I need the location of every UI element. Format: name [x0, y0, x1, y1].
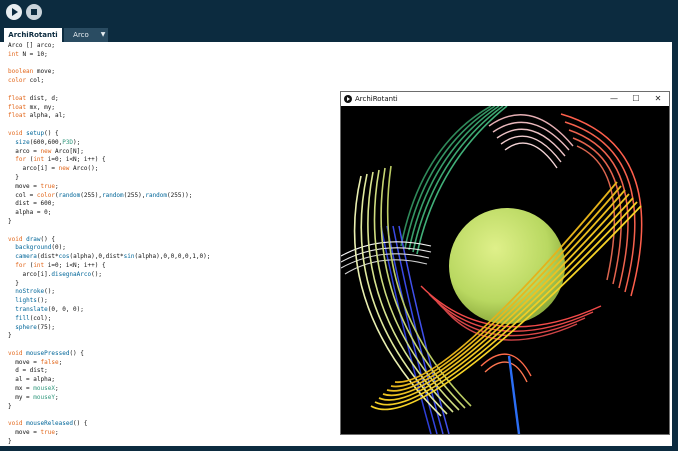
code-line: move = true;	[8, 182, 59, 190]
code-line: background(0);	[15, 244, 66, 252]
code-line: noStroke();	[15, 288, 55, 296]
code-line: arco[i] = new Arco();	[8, 165, 99, 173]
code-line: d = dist;	[8, 367, 48, 375]
code-line: my = mouseY;	[8, 393, 59, 401]
editor-gutter	[0, 42, 6, 446]
code-line: for (int i=0; i<N; i++) {	[15, 156, 106, 164]
code-line: dist = 600;	[8, 200, 55, 208]
minimize-button[interactable]: —	[603, 92, 625, 106]
code-line: void draw() {	[8, 235, 55, 243]
status-bar	[0, 446, 678, 451]
code-line: void mousePressed() {	[8, 349, 84, 357]
code-line: lights();	[15, 297, 48, 305]
run-button[interactable]	[6, 4, 22, 20]
code-line: float dist, d;	[8, 94, 59, 102]
code-line: move = true;	[8, 429, 59, 437]
maximize-button[interactable]: ☐	[625, 92, 647, 106]
code-line: camera(dist*cos(alpha),0,dist*sin(alpha)…	[15, 253, 211, 261]
code-line: boolean move;	[8, 68, 55, 76]
code-line: fill(col);	[15, 314, 52, 322]
processing-app-icon	[344, 95, 352, 103]
tab-menu-chevron-icon[interactable]: ▼	[98, 28, 108, 42]
code-line: arco[i].disegnaArco();	[8, 270, 102, 278]
code-line: alpha = 0;	[8, 209, 52, 217]
sketch-window-title: ArchiRotanti	[355, 95, 398, 103]
sphere	[449, 208, 565, 324]
code-line: }	[8, 402, 12, 410]
tab-archirotanti[interactable]: ArchiRotanti	[4, 28, 62, 42]
code-text[interactable]: Arco [] arco; int N = 10; boolean move; col…	[8, 42, 210, 446]
code-line: color col;	[8, 77, 45, 85]
code-line: col = color(random(255),random(255),rand…	[8, 191, 193, 199]
tab-arco[interactable]: Arco	[64, 28, 98, 42]
code-line: }	[8, 332, 12, 340]
toolbar	[0, 0, 678, 26]
play-icon	[12, 8, 18, 16]
code-line: sphere(75);	[15, 323, 55, 331]
tab-bar: ArchiRotanti Arco ▼	[0, 26, 678, 42]
stop-icon	[31, 9, 37, 15]
code-line: void mouseReleased() {	[8, 420, 88, 428]
code-line: move = false;	[8, 358, 63, 366]
code-line: float alpha, al;	[8, 112, 66, 120]
stop-button[interactable]	[26, 4, 42, 20]
sketch-titlebar[interactable]: ArchiRotanti — ☐ ✕	[341, 92, 669, 107]
sketch-window[interactable]: ArchiRotanti — ☐ ✕	[340, 91, 670, 435]
code-line: for (int i=0; i<N; i++) {	[15, 261, 106, 269]
code-line: void setup() {	[8, 129, 59, 137]
code-line: Arco [] arco;	[8, 42, 55, 49]
editor-scrollbar[interactable]	[672, 42, 678, 446]
code-line: float mx, my;	[8, 103, 55, 111]
code-line: al = alpha;	[8, 376, 55, 384]
code-line: size(600,600,P3D);	[15, 138, 81, 146]
code-line: }	[8, 173, 19, 181]
code-line: }	[8, 217, 12, 225]
code-line: mx = mouseX;	[8, 385, 59, 393]
sketch-canvas[interactable]	[341, 106, 669, 434]
code-line: arco = new Arco[N];	[8, 147, 84, 155]
close-button[interactable]: ✕	[647, 92, 669, 106]
code-line: }	[8, 437, 12, 445]
code-line: int N = 10;	[8, 50, 48, 58]
code-line: translate(0, 0, 0);	[15, 305, 84, 313]
code-line: }	[8, 279, 19, 287]
